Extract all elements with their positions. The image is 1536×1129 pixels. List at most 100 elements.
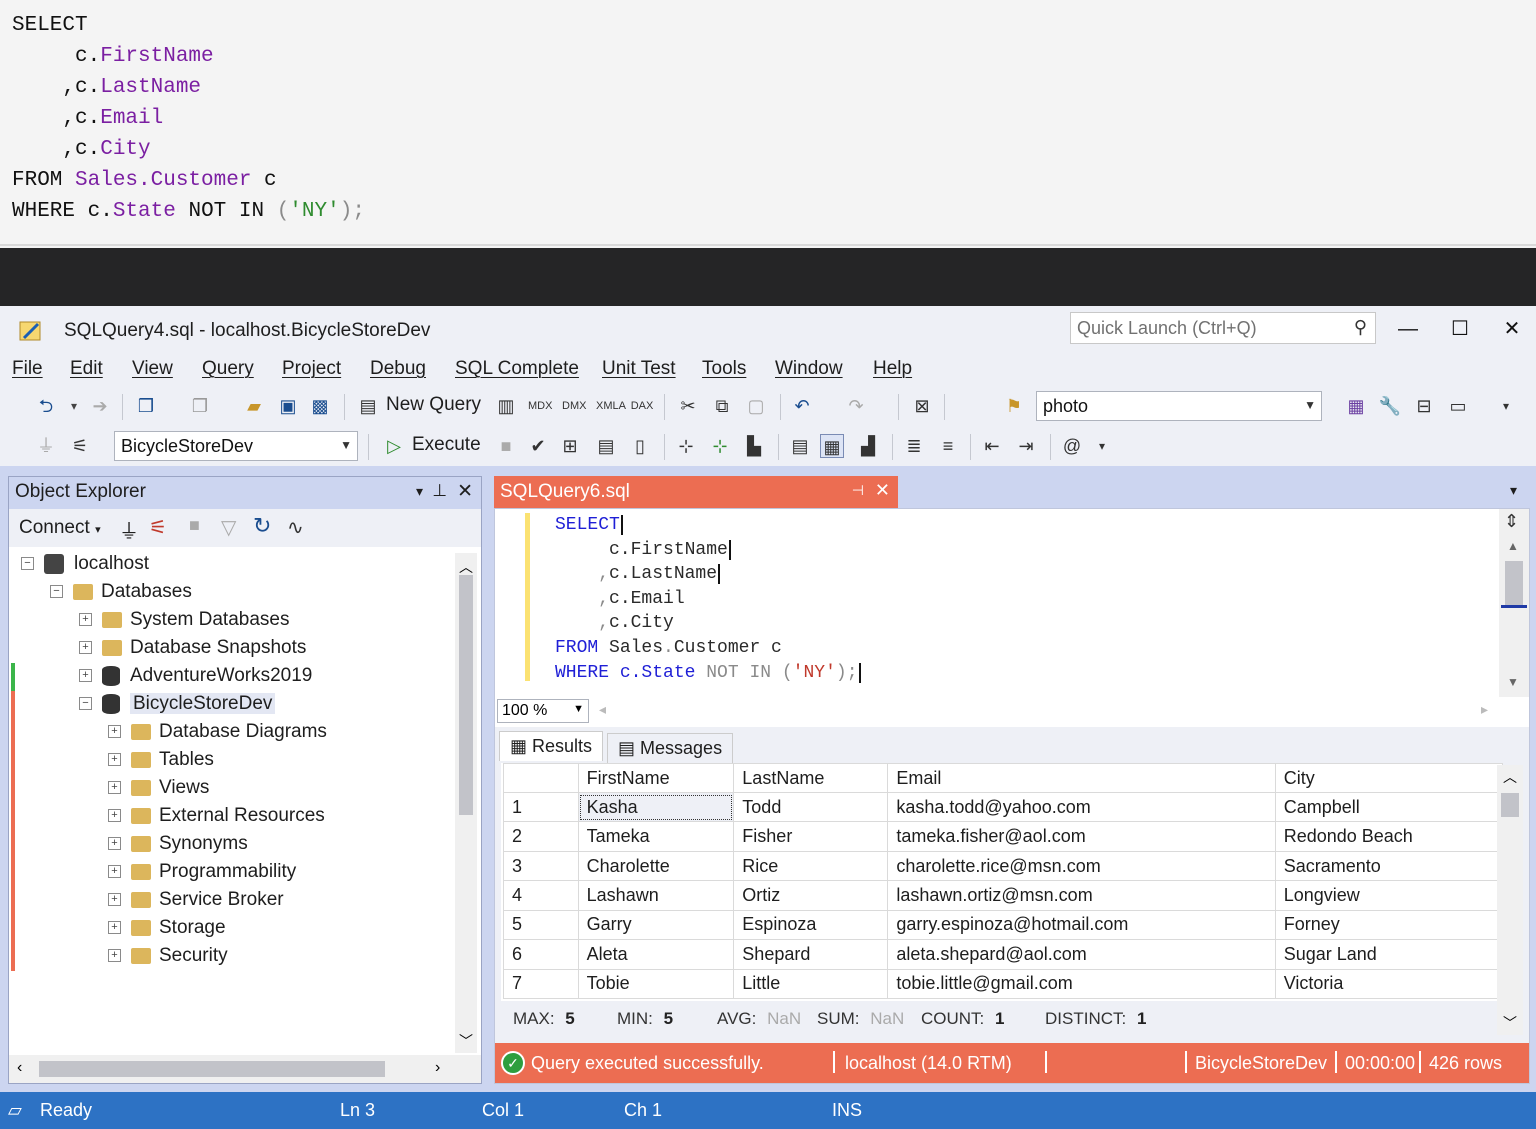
- row-number[interactable]: 5: [503, 909, 579, 941]
- row-number[interactable]: 4: [503, 880, 579, 911]
- execute-button[interactable]: Execute: [412, 434, 481, 456]
- minimize-button[interactable]: —: [1388, 314, 1428, 344]
- panel-menu-icon[interactable]: ▾: [416, 483, 423, 500]
- open-file-icon[interactable]: ▰: [242, 394, 266, 418]
- comment-out-icon[interactable]: ≣: [902, 434, 926, 458]
- connect-plug-icon[interactable]: ⏚: [119, 515, 139, 544]
- tab-results[interactable]: ▦ Results: [499, 731, 604, 761]
- table-row[interactable]: 6 Aleta Shepard aleta.shepard@aol.com Sugar …: [503, 939, 1504, 970]
- tree-node-security[interactable]: + Security: [21, 945, 451, 973]
- tree-node-external-resources[interactable]: + External Resources: [21, 805, 451, 833]
- uncomment-icon[interactable]: ≡: [936, 434, 960, 458]
- grid-cell[interactable]: charolette.rice@msn.com: [887, 850, 1276, 882]
- grid-cell[interactable]: aleta.shepard@aol.com: [887, 939, 1276, 970]
- zoom-combo[interactable]: 100 % ▼: [497, 699, 589, 723]
- forward-icon[interactable]: ➔: [88, 394, 112, 418]
- tree-node-service-broker[interactable]: + Service Broker: [21, 889, 451, 917]
- scroll-down-icon[interactable]: ﹀: [1503, 1013, 1517, 1033]
- code-area[interactable]: SELECT​ c.FirstName​ ,c.LastName​ ,c.Ema…: [495, 509, 1499, 697]
- parse-icon[interactable]: ✔: [526, 434, 550, 458]
- grid-cell[interactable]: Kasha: [577, 791, 735, 823]
- decrease-indent-icon[interactable]: ⇤: [980, 434, 1004, 458]
- expand-icon[interactable]: +: [108, 949, 121, 963]
- change-connection-icon[interactable]: ⚟: [68, 434, 92, 458]
- grid-cell[interactable]: tobie.little@gmail.com: [887, 968, 1276, 1000]
- column-header[interactable]: [503, 763, 579, 793]
- menu-tools[interactable]: Tools: [702, 358, 746, 380]
- expand-icon[interactable]: +: [79, 669, 92, 683]
- grid-cell[interactable]: Rice: [733, 850, 889, 882]
- close-tab-icon[interactable]: ✕: [875, 480, 890, 501]
- object-explorer-hscrollbar[interactable]: ‹ ›: [9, 1055, 481, 1083]
- tree-node-views[interactable]: + Views: [21, 777, 451, 805]
- grid-cell[interactable]: Redondo Beach: [1274, 821, 1504, 852]
- grid-cell[interactable]: Espinoza: [733, 909, 889, 941]
- results-to-file-icon[interactable]: ▟: [856, 434, 880, 458]
- quick-launch-input[interactable]: Quick Launch (Ctrl+Q) ⚲: [1070, 312, 1376, 344]
- solution-explorer-icon[interactable]: ▦: [1344, 394, 1368, 418]
- grid-cell[interactable]: Shepard: [733, 939, 889, 970]
- expand-icon[interactable]: +: [108, 837, 121, 851]
- grid-cell[interactable]: Todd: [733, 791, 889, 823]
- grid-cell[interactable]: Tameka: [577, 821, 735, 852]
- expand-icon[interactable]: +: [79, 641, 92, 655]
- database-combo[interactable]: BicycleStoreDev ▼: [114, 431, 358, 461]
- expand-icon[interactable]: +: [79, 613, 92, 627]
- maximize-button[interactable]: ☐: [1440, 314, 1480, 344]
- expand-icon[interactable]: +: [108, 809, 121, 823]
- add-item-icon[interactable]: ❐: [188, 394, 212, 418]
- scroll-up-icon[interactable]: ▲: [1507, 539, 1519, 553]
- table-row[interactable]: 7 Tobie Little tobie.little@gmail.com Victor…: [503, 968, 1504, 1000]
- grid-cell[interactable]: lashawn.ortiz@msn.com: [887, 880, 1276, 911]
- filter-icon[interactable]: ▽: [221, 515, 236, 540]
- menu-sql-complete[interactable]: SQL Complete: [455, 358, 579, 380]
- display-estimated-plan-icon[interactable]: ⊞: [558, 434, 582, 458]
- tree-node-database-snapshots[interactable]: + Database Snapshots: [21, 637, 451, 665]
- grid-cell[interactable]: Lashawn: [577, 880, 735, 911]
- scroll-thumb[interactable]: [459, 575, 473, 815]
- row-number[interactable]: 2: [503, 821, 579, 852]
- grid-cell[interactable]: kasha.todd@yahoo.com: [887, 791, 1276, 823]
- activity-monitor-icon[interactable]: ∿: [287, 515, 304, 540]
- tree-node-localhost[interactable]: − localhost: [21, 553, 451, 581]
- row-number[interactable]: 3: [503, 850, 579, 882]
- properties-icon[interactable]: 🔧: [1378, 394, 1402, 418]
- tree-node-database-diagrams[interactable]: + Database Diagrams: [21, 721, 451, 749]
- menu-query[interactable]: Query: [202, 358, 254, 380]
- grid-cell[interactable]: garry.espinoza@hotmail.com: [887, 909, 1276, 941]
- expand-icon[interactable]: +: [108, 893, 121, 907]
- split-icon[interactable]: ⇕: [1504, 511, 1519, 532]
- mdx-query-icon[interactable]: MDX: [528, 394, 552, 418]
- connect-icon[interactable]: ⏚: [34, 434, 58, 458]
- grid-cell[interactable]: tameka.fisher@aol.com: [887, 821, 1276, 852]
- toolbar-overflow-icon[interactable]: ▾: [1090, 434, 1114, 458]
- connect-button[interactable]: Connect ▾: [19, 517, 101, 539]
- results-to-text-icon[interactable]: ▤: [788, 434, 812, 458]
- toolbox-icon[interactable]: ⊟: [1412, 394, 1436, 418]
- redo-icon[interactable]: ↷: [844, 394, 868, 418]
- row-number[interactable]: 6: [503, 939, 579, 970]
- scroll-right-icon[interactable]: ›: [435, 1059, 440, 1077]
- close-button[interactable]: ✕: [1492, 314, 1532, 344]
- grid-cell[interactable]: Sugar Land: [1274, 939, 1504, 970]
- menu-unit-test[interactable]: Unit Test: [602, 358, 676, 380]
- tab-messages[interactable]: ▤ Messages: [607, 733, 734, 764]
- new-query-icon[interactable]: ▤: [356, 394, 380, 418]
- cancel-query-icon[interactable]: ■: [494, 434, 518, 458]
- command-window-icon[interactable]: ▭: [1446, 394, 1470, 418]
- hscroll-right-icon[interactable]: ▸: [1481, 701, 1488, 718]
- expand-icon[interactable]: +: [108, 725, 121, 739]
- menu-help[interactable]: Help: [873, 358, 912, 380]
- grid-cell[interactable]: Sacramento: [1274, 850, 1504, 882]
- expand-icon[interactable]: +: [108, 865, 121, 879]
- increase-indent-icon[interactable]: ⇥: [1014, 434, 1038, 458]
- execute-icon[interactable]: ▷: [382, 434, 406, 458]
- find-in-files-icon[interactable]: ⚑: [1002, 394, 1026, 418]
- grid-cell[interactable]: Aleta: [577, 939, 735, 970]
- object-explorer-vscrollbar[interactable]: ︿ ﹀: [455, 553, 477, 1053]
- back-icon[interactable]: ⮌: [34, 394, 58, 418]
- grid-cell[interactable]: Charolette: [577, 850, 735, 882]
- grid-cell[interactable]: Tobie: [577, 968, 735, 1000]
- expand-icon[interactable]: +: [108, 781, 121, 795]
- grid-cell[interactable]: Fisher: [733, 821, 889, 852]
